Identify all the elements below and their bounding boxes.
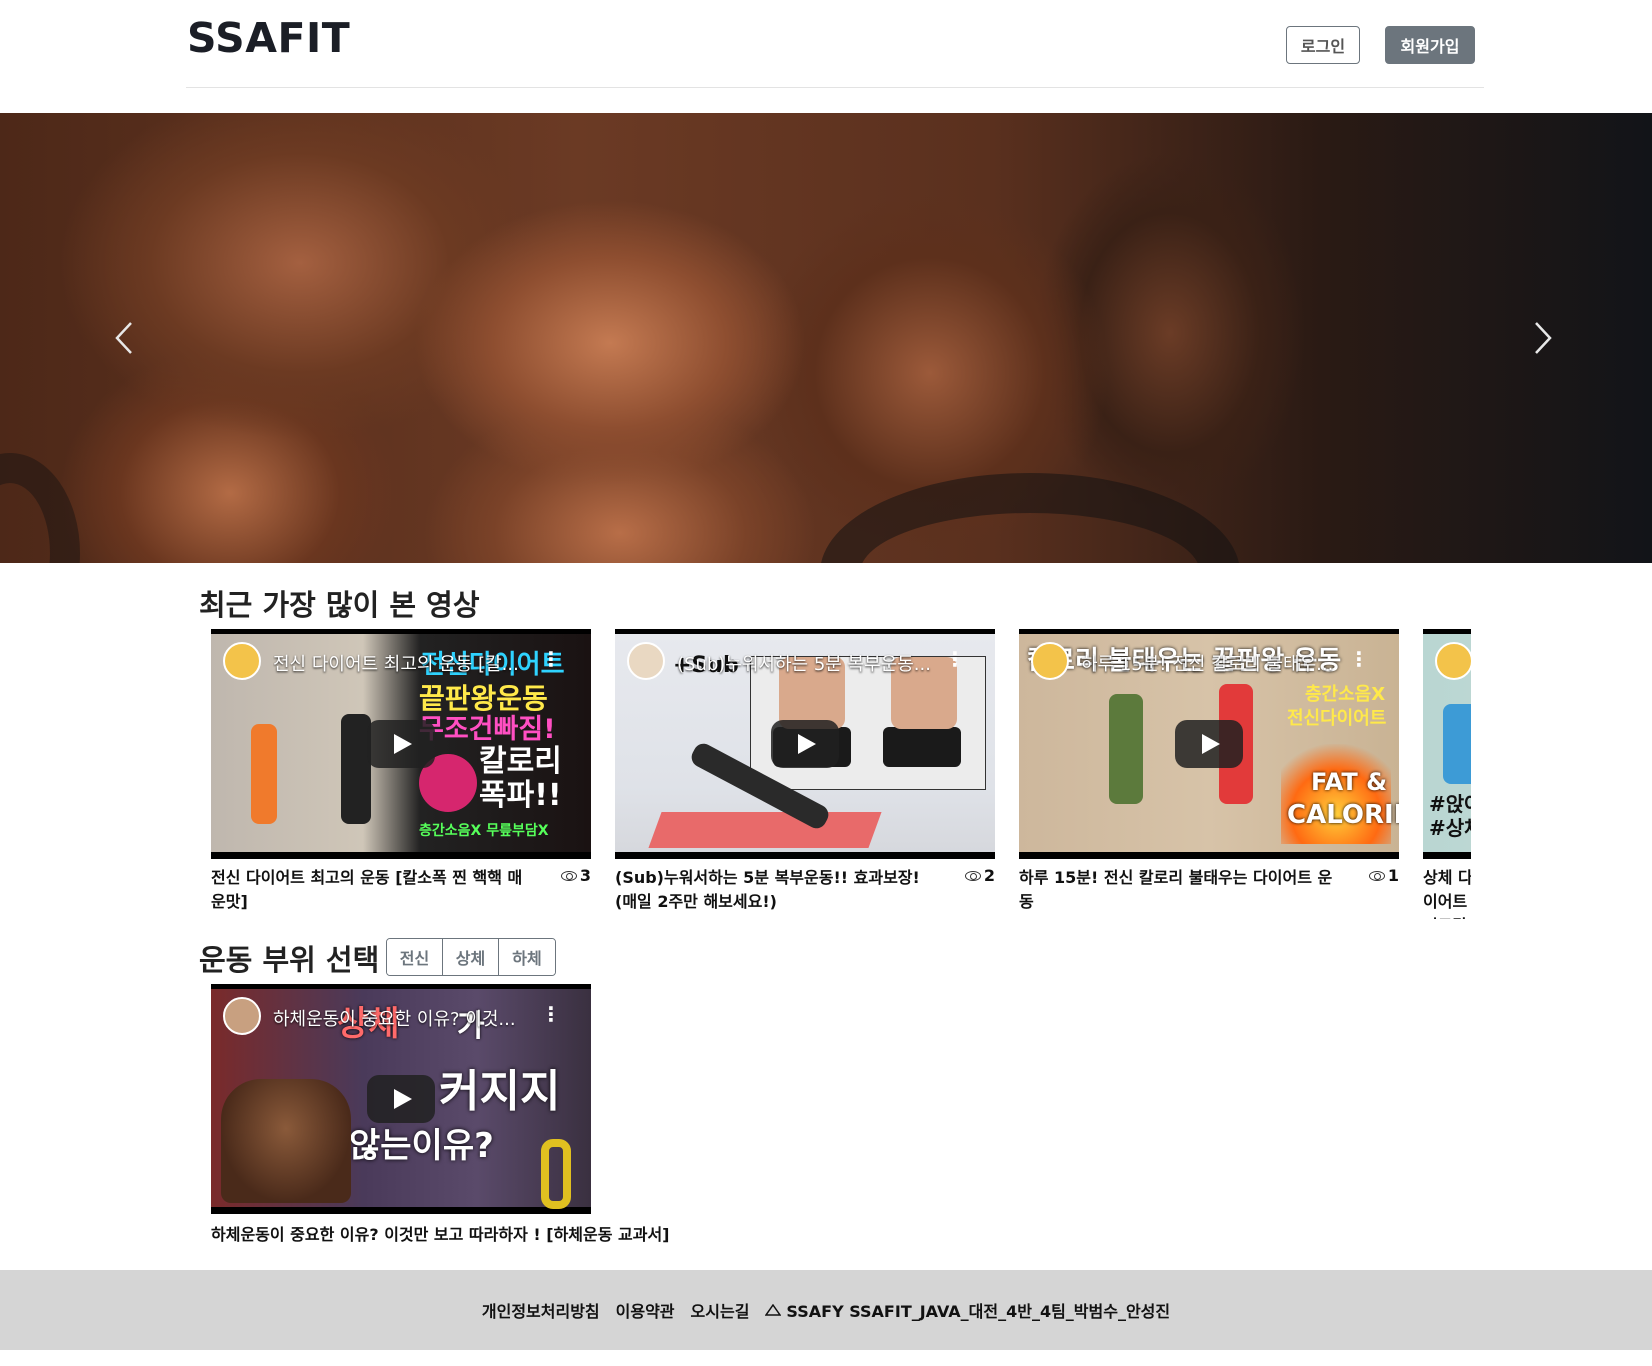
person-figure [1443, 704, 1471, 784]
eye-icon [964, 870, 981, 881]
view-count-value: 3 [579, 866, 591, 885]
play-button-icon[interactable] [771, 720, 839, 768]
overlay-text: CALORIE [1287, 800, 1399, 830]
video-thumbnail[interactable]: 상체 가 커지지 않는이유? 하체운동이 중요한 이유? 이것... ⋮ [211, 984, 591, 1214]
overlay-text: FAT & [1311, 768, 1388, 796]
part-button-upper-body[interactable]: 상체 [443, 939, 499, 975]
video-title[interactable]: (Sub)누워서하는 5분 복부운동!! 효과보장! (매일 2주만 해보세요!… [615, 866, 935, 914]
carousel-next-glyph [1535, 322, 1552, 354]
view-count: 1 [1368, 866, 1399, 885]
part-section-title: 운동 부위 선택 [199, 943, 380, 977]
thumbnail-title[interactable]: 전신 다이어트 최고의 운동 [칼... [273, 650, 533, 676]
eye-icon [560, 870, 577, 881]
view-count-value: 2 [983, 866, 995, 885]
copyright: SSAFY SSAFIT_JAVA_대전_4반_4팀_박범수_안성진 [765, 1298, 1170, 1322]
view-count-value: 1 [1387, 866, 1399, 885]
video-title[interactable]: 하체운동이 중요한 이유? 이것만 보고 따라하자 ! [하체운동 교과서] [211, 1221, 811, 1245]
yoga-mat [648, 812, 882, 848]
popular-section-title: 최근 가장 많이 본 영상 [199, 588, 480, 622]
video-thumbnail[interactable]: 칼로리 불태우는 끝판왕 운동 층간소음X 전신다이어트 FAT & CALOR… [1019, 629, 1399, 859]
more-options-icon[interactable]: ⋮ [541, 1002, 561, 1026]
login-button[interactable]: 로그인 [1286, 26, 1360, 64]
site-footer: 개인정보처리방침 이용약관 오시는길 SSAFY SSAFIT_JAVA_대전_… [0, 1270, 1652, 1350]
overlay-text: 층간소음X [1305, 684, 1386, 705]
video-title[interactable]: 상체 다이어트 겨드랑 [1423, 866, 1471, 919]
carousel-prev-glyph [115, 322, 132, 354]
site-logo[interactable]: SSAFIT [187, 14, 350, 62]
part-filter-group: 전신 상체 하체 [386, 938, 556, 976]
play-button-icon[interactable] [367, 1075, 435, 1123]
chevron-right-icon[interactable] [1523, 313, 1563, 363]
video-thumbnail[interactable]: #앉아 #상체 [1423, 629, 1471, 859]
video-card[interactable]: 전신다이어트 끝판왕운동 무조건빠짐! 칼로리 폭파!! 층간소음X 무릎부담X… [211, 629, 591, 911]
person-figure [251, 724, 277, 824]
shorts-graphic [883, 727, 961, 767]
more-options-icon[interactable]: ⋮ [541, 647, 561, 671]
channel-avatar[interactable] [223, 642, 261, 680]
video-title[interactable]: 하루 15분! 전신 칼로리 불태우는 다이어트 운동 [1019, 866, 1339, 914]
view-count: 2 [964, 866, 995, 885]
copyright-text: SSAFY SSAFIT_JAVA_대전_4반_4팀_박범수_안성진 [786, 1302, 1171, 1321]
overlay-text: 무조건빠짐! [419, 714, 556, 745]
hero-carousel [0, 113, 1652, 563]
overlay-text: 층간소음X 무릎부담X [419, 823, 549, 839]
eye-icon [1368, 870, 1385, 881]
video-card[interactable]: 칼로리 불태우는 끝판왕 운동 층간소음X 전신다이어트 FAT & CALOR… [1019, 629, 1399, 911]
chevron-left-icon[interactable] [104, 313, 144, 363]
thumbnail-title[interactable]: (Sub)누워서하는 5분 복부운동... [677, 650, 937, 676]
privacy-policy-link[interactable]: 개인정보처리방침 [482, 1298, 600, 1322]
equipment-graphic [541, 1139, 571, 1209]
overlay-text: 끝판왕운동 [419, 682, 548, 715]
part-video-card[interactable]: 상체 가 커지지 않는이유? 하체운동이 중요한 이유? 이것... ⋮ 하체운… [211, 984, 670, 1244]
directions-link[interactable]: 오시는길 [691, 1298, 750, 1322]
terms-link[interactable]: 이용약관 [616, 1298, 675, 1322]
overlay-text: 전신다이어트 [1287, 708, 1387, 729]
signup-button[interactable]: 회원가입 [1385, 26, 1475, 64]
thumbnail-title[interactable]: 하루 15분! 전신 칼로리 불태우... [1081, 650, 1341, 676]
overlay-text: 커지지 [439, 1066, 561, 1117]
video-title[interactable]: 전신 다이어트 최고의 운동 [칼소폭 찐 핵핵 매운맛] [211, 866, 531, 914]
play-button-icon[interactable] [1175, 720, 1243, 768]
overlay-text: 폭파!! [479, 778, 562, 813]
more-options-icon[interactable]: ⋮ [1349, 647, 1369, 671]
channel-avatar[interactable] [223, 997, 261, 1035]
video-thumbnail[interactable]: +Sub (Sub)누워서하는 5분 복부운동... ⋮ [615, 629, 995, 859]
person-figure [1109, 694, 1143, 804]
view-count: 3 [560, 866, 591, 885]
video-thumbnail[interactable]: 전신다이어트 끝판왕운동 무조건빠짐! 칼로리 폭파!! 층간소음X 무릎부담X… [211, 629, 591, 859]
hero-image-dumbbell [820, 473, 1240, 563]
part-button-lower-body[interactable]: 하체 [499, 939, 555, 975]
thumbnail-title[interactable]: 하체운동이 중요한 이유? 이것... [273, 1005, 533, 1031]
overlay-text: 칼로리 [479, 744, 562, 779]
warning-triangle-icon [765, 1304, 782, 1316]
site-header: SSAFIT 로그인 회원가입 [186, 0, 1484, 88]
overlay-text: 않는이유? [349, 1126, 494, 1166]
more-options-icon[interactable]: ⋮ [945, 647, 965, 671]
channel-avatar[interactable] [627, 642, 665, 680]
part-button-full-body[interactable]: 전신 [387, 939, 443, 975]
channel-avatar[interactable] [1031, 642, 1069, 680]
hero-image-shape [0, 453, 80, 563]
overlay-text: #앉아 [1429, 792, 1471, 816]
channel-avatar[interactable] [1435, 642, 1471, 680]
play-button-icon[interactable] [367, 720, 435, 768]
video-card[interactable]: +Sub (Sub)누워서하는 5분 복부운동... ⋮ (Sub)누워서하는 … [615, 629, 995, 911]
overlay-text: #상체 [1429, 816, 1471, 840]
popular-video-list: 전신다이어트 끝판왕운동 무조건빠짐! 칼로리 폭파!! 층간소음X 무릎부담X… [211, 629, 1471, 919]
video-card[interactable]: #앉아 #상체 상체 다이어트 겨드랑 [1423, 629, 1471, 919]
bodybuilder-figure [221, 1079, 351, 1203]
